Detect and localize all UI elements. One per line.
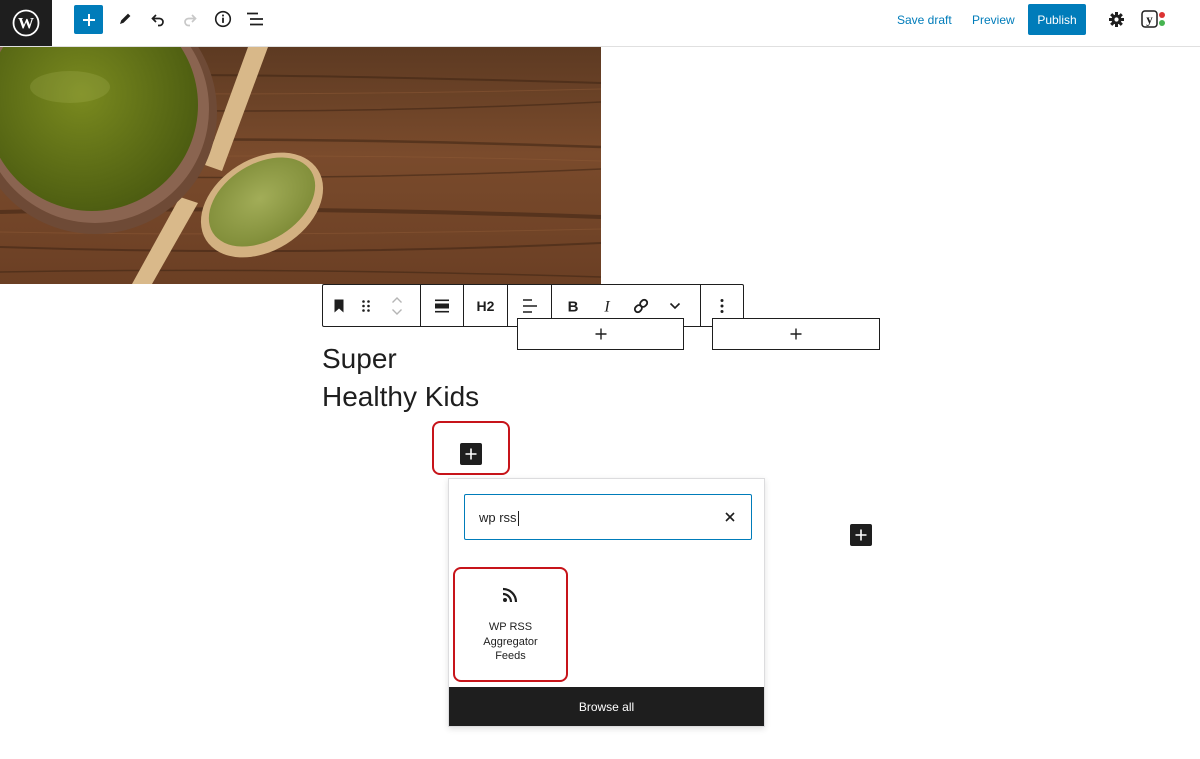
add-block-button[interactable] <box>74 5 103 34</box>
align-button[interactable] <box>421 285 463 326</box>
block-label-line-1: WP RSS <box>488 621 533 633</box>
chevron-down-icon <box>670 302 681 309</box>
wp-rss-aggregator-feeds-block[interactable]: WP RSS Aggregator Feeds <box>453 567 568 682</box>
block-toolbar-group-parent <box>323 285 421 326</box>
rss-icon <box>502 587 518 603</box>
plus-icon <box>595 328 606 340</box>
block-toolbar-group-heading-level: H2 <box>464 285 509 326</box>
settings-button[interactable] <box>1105 8 1127 30</box>
heading-level-button[interactable]: H2 <box>464 285 507 326</box>
svg-text:B: B <box>568 299 579 313</box>
publish-button[interactable]: Publish <box>1028 4 1086 35</box>
bookmark-icon <box>334 299 344 312</box>
details-button[interactable] <box>212 8 234 30</box>
block-type-button[interactable] <box>323 285 355 326</box>
save-draft-button[interactable]: Save draft <box>897 12 952 28</box>
text-align-icon <box>522 298 537 313</box>
undo-button[interactable] <box>147 8 169 30</box>
yoast-icon: y <box>1141 10 1165 28</box>
italic-icon: I <box>603 299 610 313</box>
redo-button[interactable] <box>179 8 201 30</box>
align-wide-icon <box>434 299 449 312</box>
block-search-input[interactable]: wp rss <box>464 494 752 540</box>
move-down-icon <box>392 308 402 315</box>
plus-icon <box>465 448 477 460</box>
close-icon <box>725 512 735 522</box>
block-label-line-3: Feeds <box>495 650 526 662</box>
link-icon <box>633 298 649 313</box>
svg-text:W: W <box>18 16 34 33</box>
svg-text:y: y <box>1146 12 1153 27</box>
block-toolbar-group-align <box>421 285 464 326</box>
list-view-button[interactable] <box>244 8 266 30</box>
tools-button[interactable] <box>114 8 136 30</box>
post-heading[interactable]: Super Healthy Kids <box>322 340 522 416</box>
search-input-value: wp rss <box>479 510 519 527</box>
rss-icon-wrapper <box>500 585 520 605</box>
heading-line-2: Healthy Kids <box>322 381 480 412</box>
wordpress-logo-icon: W <box>12 9 40 37</box>
plus-icon <box>855 529 867 541</box>
info-icon <box>214 10 232 28</box>
gear-icon <box>1108 11 1124 27</box>
block-inserter-popover: wp rss WP RSS Aggregator Feeds Browse al… <box>448 478 765 727</box>
move-down-button[interactable] <box>385 306 409 318</box>
featured-image-matcha-tea <box>0 47 601 284</box>
column-2-add-block-button[interactable] <box>712 318 880 350</box>
plus-icon <box>790 328 802 340</box>
block-movers <box>377 285 417 326</box>
browse-all-button[interactable]: Browse all <box>449 687 764 726</box>
text-cursor <box>517 511 519 527</box>
svg-text:I: I <box>603 299 610 313</box>
bold-icon: B <box>568 299 579 313</box>
wordpress-logo-button[interactable]: W <box>0 0 52 46</box>
plus-icon <box>82 13 95 26</box>
drag-handle-icon <box>362 299 370 312</box>
column-add-block-button[interactable] <box>850 524 872 546</box>
more-options-icon <box>720 298 724 313</box>
column-1-add-block-button[interactable] <box>517 318 684 350</box>
block-label: WP RSS Aggregator Feeds <box>455 620 566 664</box>
redo-icon <box>184 14 197 27</box>
block-label-line-2: Aggregator <box>483 635 538 648</box>
yoast-seo-button[interactable]: y <box>1140 7 1170 31</box>
move-up-button[interactable] <box>385 294 409 306</box>
heading-line-1: Super <box>322 343 397 374</box>
pencil-icon <box>120 13 131 24</box>
undo-icon <box>151 14 164 27</box>
preview-button[interactable]: Preview <box>972 12 1015 28</box>
move-up-icon <box>392 296 402 303</box>
inserter-toggle-button[interactable] <box>460 443 482 465</box>
clear-search-button[interactable] <box>719 506 741 528</box>
list-view-icon <box>247 12 263 26</box>
drag-handle[interactable] <box>355 285 377 326</box>
